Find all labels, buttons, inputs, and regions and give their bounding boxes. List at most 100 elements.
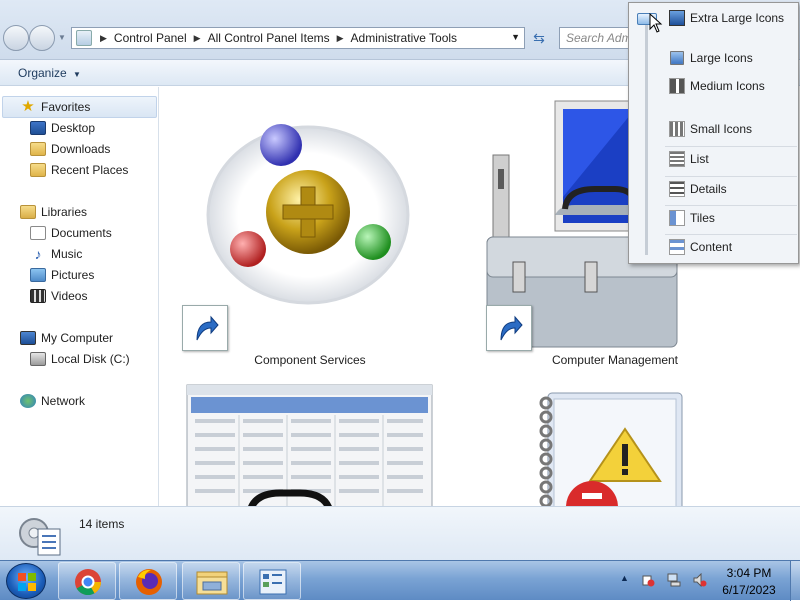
menu-divider [665, 176, 797, 177]
nav-favorites[interactable]: ★ Favorites [20, 97, 90, 117]
view-large-icons-label: Large Icons [690, 51, 753, 65]
nav-downloads-label: Downloads [51, 142, 111, 156]
menu-divider [665, 146, 797, 147]
view-small-icons[interactable]: Small Icons [669, 118, 752, 140]
clock-time[interactable]: 3:04 PM [712, 566, 786, 580]
videos-icon [30, 289, 46, 303]
music-icon: ♪ [34, 246, 42, 262]
search-input[interactable]: Search Administrative Tools [559, 27, 639, 49]
documents-icon [30, 226, 46, 240]
taskbar-chrome[interactable] [58, 562, 116, 600]
admin-tools-icon [19, 518, 61, 556]
organize-label: Organize [18, 66, 67, 80]
details-icon [669, 181, 685, 197]
small-icons-icon [669, 121, 685, 137]
view-content[interactable]: Content [669, 236, 732, 258]
nav-libraries[interactable]: Libraries [20, 202, 87, 222]
nav-local-disk[interactable]: Local Disk (C:) [30, 349, 130, 369]
view-slider-track[interactable] [645, 15, 648, 255]
item-component-services[interactable]: Component Services [180, 117, 440, 372]
control-panel-icon [76, 30, 92, 46]
content-view-icon [669, 239, 685, 255]
start-button[interactable] [6, 563, 46, 599]
view-tiles[interactable]: Tiles [669, 207, 715, 229]
view-medium-icons-label: Medium Icons [690, 79, 765, 93]
nav-desktop[interactable]: Desktop [30, 118, 95, 138]
breadcrumb-separator[interactable]: ▶ [337, 33, 344, 44]
chevron-down-icon[interactable]: ▼ [511, 32, 520, 42]
back-button[interactable] [3, 25, 29, 51]
nav-documents[interactable]: Documents [30, 223, 112, 243]
clock-date[interactable]: 6/17/2023 [712, 583, 786, 597]
nav-recent-places[interactable]: Recent Places [30, 160, 128, 180]
action-center-icon[interactable] [641, 573, 655, 587]
status-bar: 14 items [0, 506, 800, 560]
tiles-icon [669, 210, 685, 226]
taskbar-control-panel[interactable] [243, 562, 301, 600]
nav-my-computer-label: My Computer [41, 331, 114, 345]
nav-desktop-label: Desktop [51, 121, 96, 135]
local-disk-icon [30, 352, 46, 366]
network-status-icon[interactable] [667, 573, 681, 587]
nav-network-label: Network [41, 394, 86, 408]
forward-button[interactable] [29, 25, 55, 51]
view-small-icons-label: Small Icons [690, 122, 753, 136]
shortcut-arrow-icon [182, 305, 228, 351]
event-viewer-icon [539, 392, 683, 506]
nav-music[interactable]: ♪ Music [30, 244, 83, 264]
star-icon: ★ [21, 98, 35, 115]
recent-pages-dropdown[interactable]: ▼ [58, 33, 66, 42]
libraries-icon [20, 205, 36, 219]
breadcrumb[interactable]: ▶ Control Panel ▶ All Control Panel Item… [71, 27, 525, 49]
desktop-icon [30, 121, 46, 135]
menu-divider [665, 205, 797, 206]
navigation-pane: ★ Favorites Desktop Downloads Recent Pla… [0, 87, 159, 506]
nav-pictures[interactable]: Pictures [30, 265, 94, 285]
show-desktop-button[interactable] [790, 561, 800, 601]
shortcut-arrow-icon [486, 305, 532, 351]
breadcrumb-separator[interactable]: ▶ [100, 33, 107, 44]
menu-divider [665, 234, 797, 235]
view-list[interactable]: List [669, 148, 709, 170]
breadcrumb-control-panel[interactable]: Control Panel [114, 31, 187, 45]
control-panel-icon [259, 569, 287, 595]
computer-icon [20, 331, 36, 345]
nav-libraries-label: Libraries [41, 205, 88, 219]
chevron-down-icon: ▼ [73, 70, 81, 79]
extra-large-icons-icon [669, 10, 685, 26]
tray-overflow-icon[interactable]: ▲ [620, 573, 629, 583]
breadcrumb-all-items[interactable]: All Control Panel Items [208, 31, 330, 45]
view-medium-icons[interactable]: Medium Icons [669, 75, 765, 97]
view-menu: Extra Large Icons Large Icons Medium Ico… [628, 2, 799, 264]
chrome-icon [75, 569, 102, 596]
refresh-button[interactable]: ⇆ [529, 29, 549, 49]
taskbar-firefox[interactable] [119, 562, 177, 600]
view-extra-large-icons[interactable]: Extra Large Icons [669, 7, 784, 29]
nav-videos[interactable]: Videos [30, 286, 87, 306]
breadcrumb-admin-tools[interactable]: Administrative Tools [351, 31, 458, 45]
view-tiles-label: Tiles [690, 211, 715, 225]
taskbar: ▲ 3:04 PM 6/17/2023 [0, 560, 800, 601]
taskbar-file-explorer[interactable] [182, 562, 240, 600]
item-computer-management-label: Computer Management [551, 353, 679, 367]
view-details[interactable]: Details [669, 178, 727, 200]
nav-downloads[interactable]: Downloads [30, 139, 110, 159]
volume-muted-icon[interactable] [693, 573, 707, 587]
nav-documents-label: Documents [51, 226, 112, 240]
nav-my-computer[interactable]: My Computer [20, 328, 113, 348]
organize-button[interactable]: Organize ▼ [18, 66, 81, 80]
view-large-icons[interactable]: Large Icons [669, 47, 753, 69]
breadcrumb-separator[interactable]: ▶ [194, 33, 201, 44]
nav-network[interactable]: Network [20, 391, 85, 411]
view-list-label: List [690, 152, 709, 166]
item-event-viewer[interactable] [530, 389, 690, 506]
medium-icons-icon [669, 78, 685, 94]
view-extra-large-icons-label: Extra Large Icons [690, 11, 785, 25]
recent-places-icon [30, 163, 46, 177]
item-data-sources[interactable] [185, 383, 435, 506]
pictures-icon [30, 268, 46, 282]
nav-favorites-label: Favorites [41, 100, 91, 114]
nav-recent-places-label: Recent Places [51, 163, 129, 177]
data-sources-icon [186, 384, 433, 506]
component-services-icon [206, 124, 410, 305]
